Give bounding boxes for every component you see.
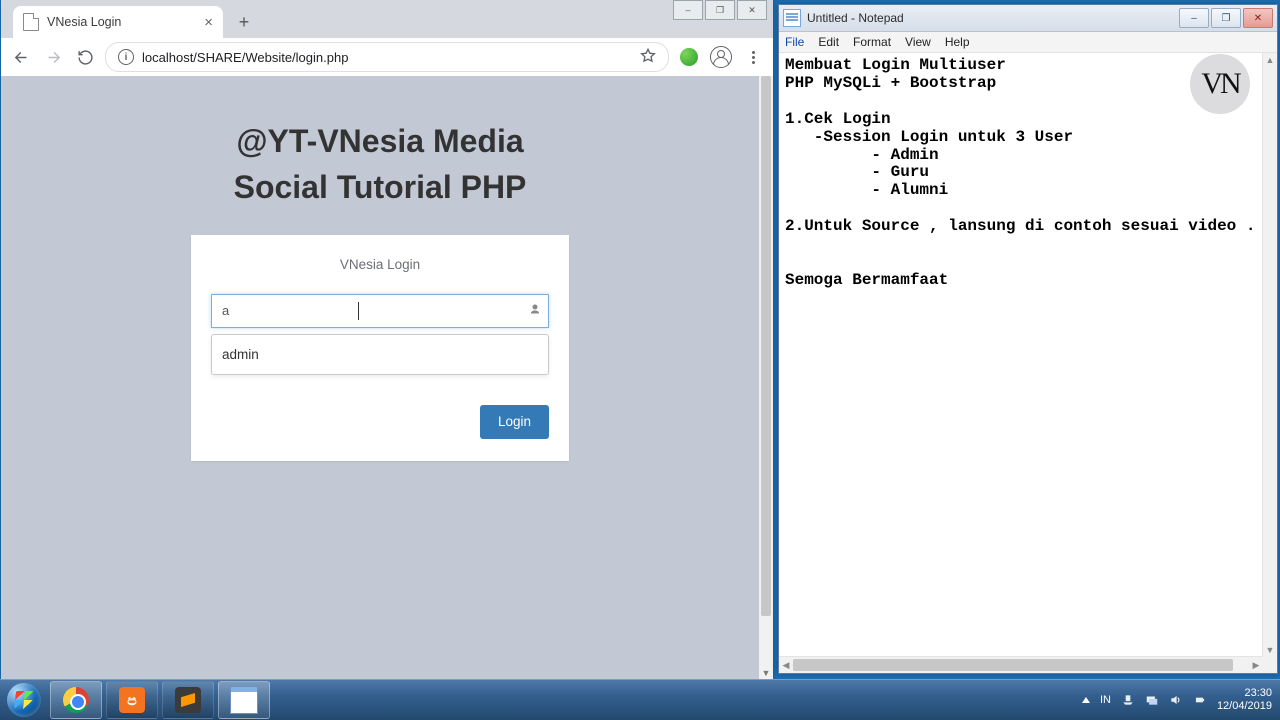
autocomplete-item[interactable]: admin [222, 347, 259, 362]
scroll-down-arrow-icon[interactable]: ▼ [1263, 643, 1277, 657]
browser-tab[interactable]: VNesia Login × [13, 6, 223, 38]
site-info-icon[interactable]: i [118, 49, 134, 65]
nav-reload-button[interactable] [73, 45, 97, 69]
login-card: VNesia Login admin Login [191, 235, 569, 461]
scroll-thumb[interactable] [761, 76, 771, 616]
power-icon[interactable] [1193, 693, 1207, 707]
extension-icon[interactable] [677, 45, 701, 69]
menu-edit[interactable]: Edit [818, 35, 839, 49]
chrome-tabstrip: VNesia Login × + [1, 0, 773, 38]
page-heading: @YT-VNesia Media Social Tutorial PHP [234, 118, 527, 211]
taskbar-notepad[interactable] [218, 681, 270, 719]
login-card-title: VNesia Login [211, 257, 549, 272]
network-icon[interactable] [1145, 693, 1159, 707]
safely-remove-icon[interactable] [1121, 693, 1135, 707]
notepad-vertical-scrollbar[interactable]: ▲ ▼ [1262, 53, 1277, 657]
menu-format[interactable]: Format [853, 35, 891, 49]
scroll-thumb[interactable] [793, 659, 1233, 671]
notepad-text-area[interactable]: Membuat Login Multiuser PHP MySQLi + Boo… [779, 53, 1263, 657]
taskbar-chrome[interactable] [50, 681, 102, 719]
chrome-menu-button[interactable] [741, 45, 765, 69]
chrome-toolbar: i localhost/SHARE/Website/login.php [1, 38, 773, 77]
xampp-icon: ප [119, 687, 145, 713]
login-button[interactable]: Login [480, 405, 549, 439]
new-tab-button[interactable]: + [231, 9, 257, 35]
tab-close-icon[interactable]: × [204, 15, 213, 30]
autocomplete-dropdown[interactable]: admin [211, 334, 549, 375]
start-button[interactable] [0, 680, 48, 720]
scroll-up-arrow-icon[interactable]: ▲ [1263, 53, 1277, 67]
notepad-horizontal-scrollbar[interactable]: ◀ ▶ [779, 656, 1263, 673]
sublime-icon [175, 687, 201, 713]
notepad-minimize-button[interactable]: – [1179, 8, 1209, 28]
notepad-menu-bar: File Edit Format View Help [779, 32, 1277, 53]
scroll-right-arrow-icon[interactable]: ▶ [1249, 657, 1263, 673]
notepad-close-button[interactable]: ✕ [1243, 8, 1273, 28]
url-text: localhost/SHARE/Website/login.php [142, 50, 348, 65]
notepad-maximize-button[interactable]: ❐ [1211, 8, 1241, 28]
tray-overflow-icon[interactable] [1082, 697, 1090, 703]
nav-back-button[interactable] [9, 45, 33, 69]
volume-icon[interactable] [1169, 693, 1183, 707]
chrome-close-button[interactable]: ✕ [737, 0, 767, 20]
chrome-maximize-button[interactable]: ❐ [705, 0, 735, 20]
address-bar[interactable]: i localhost/SHARE/Website/login.php [105, 42, 669, 72]
windows-orb-icon [7, 683, 41, 717]
page-favicon-icon [23, 13, 39, 31]
page-viewport: @YT-VNesia Media Social Tutorial PHP VNe… [1, 76, 759, 680]
username-input[interactable] [211, 294, 549, 328]
menu-help[interactable]: Help [945, 35, 970, 49]
taskbar-xampp[interactable]: ප [106, 681, 158, 719]
chrome-vertical-scrollbar[interactable]: ▲ ▼ [759, 76, 773, 680]
system-tray: IN 23:30 12/04/2019 [1082, 680, 1280, 720]
menu-file[interactable]: File [785, 35, 804, 49]
username-field-wrap [211, 294, 549, 328]
channel-watermark-icon: VN [1190, 54, 1250, 114]
menu-view[interactable]: View [905, 35, 931, 49]
user-icon [529, 303, 541, 318]
chrome-window: – ❐ ✕ VNesia Login × + i loca [1, 0, 773, 680]
tray-clock[interactable]: 23:30 12/04/2019 [1217, 687, 1272, 713]
profile-avatar-icon[interactable] [709, 45, 733, 69]
taskbar-sublime[interactable] [162, 681, 214, 719]
chrome-minimize-button[interactable]: – [673, 0, 703, 20]
windows-taskbar: ප IN 23:30 12/04/2019 [0, 679, 1280, 720]
bookmark-star-icon[interactable] [640, 48, 656, 67]
text-caret [358, 302, 359, 320]
scroll-down-arrow-icon[interactable]: ▼ [759, 666, 773, 680]
input-language[interactable]: IN [1100, 694, 1111, 706]
notepad-app-icon [783, 9, 801, 27]
scroll-left-arrow-icon[interactable]: ◀ [779, 657, 793, 673]
notepad-title-text: Untitled - Notepad [807, 11, 904, 25]
scroll-corner [1263, 657, 1277, 673]
notepad-icon [230, 686, 258, 714]
notepad-titlebar[interactable]: Untitled - Notepad – ❐ ✕ [779, 5, 1277, 32]
nav-forward-button[interactable] [41, 45, 65, 69]
tab-title: VNesia Login [47, 15, 121, 29]
chrome-icon [63, 687, 89, 713]
